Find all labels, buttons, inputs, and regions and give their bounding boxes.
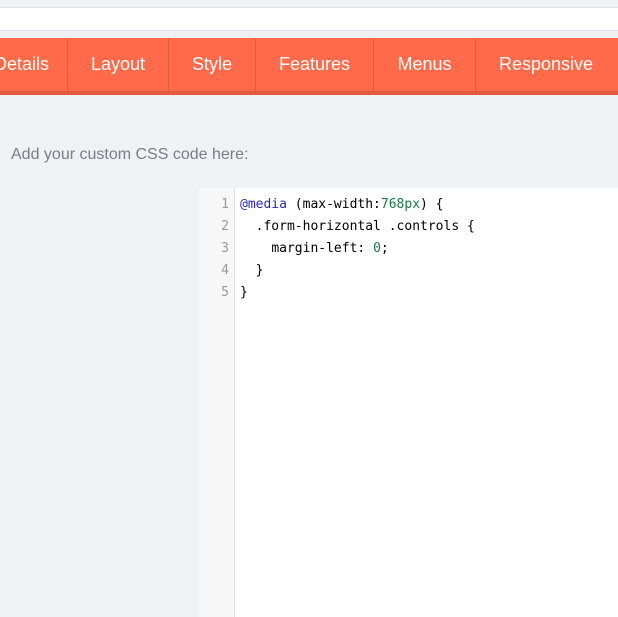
code-number: 0 bbox=[373, 241, 381, 256]
tab-details[interactable]: Details bbox=[0, 38, 68, 91]
tab-menus[interactable]: Menus bbox=[374, 38, 476, 91]
code-text: } bbox=[255, 263, 264, 278]
css-instructions-label: Add your custom CSS code here: bbox=[11, 146, 249, 163]
tab-bar: Details Layout Style Features Menus Resp… bbox=[0, 38, 618, 95]
tab-layout[interactable]: Layout bbox=[68, 38, 169, 91]
top-input-field[interactable] bbox=[0, 7, 618, 31]
code-text: margin-left: bbox=[271, 241, 374, 256]
code-area[interactable]: @media (max-width:768px) { .form-horizon… bbox=[235, 188, 618, 617]
code-keyword: @media bbox=[240, 197, 287, 212]
tab-responsive[interactable]: Responsive bbox=[476, 38, 616, 91]
line-number: 4 bbox=[221, 263, 229, 278]
line-number: 3 bbox=[221, 241, 229, 256]
line-number: 5 bbox=[221, 285, 229, 300]
code-text: } bbox=[240, 285, 248, 300]
code-line[interactable]: .form-horizontal .controls { bbox=[240, 216, 618, 238]
code-text: ; bbox=[380, 241, 389, 256]
line-number-gutter: 1 2 3 4 5 bbox=[199, 188, 235, 617]
top-bar bbox=[0, 0, 618, 38]
code-text: (max-width: bbox=[286, 197, 381, 212]
line-number: 1 bbox=[221, 197, 229, 212]
code-text: ) { bbox=[420, 197, 444, 212]
tab-style[interactable]: Style bbox=[169, 38, 256, 91]
code-line[interactable]: } bbox=[240, 282, 618, 304]
code-line[interactable]: } bbox=[240, 260, 618, 282]
code-number: 768px bbox=[380, 197, 421, 212]
code-text: .form-horizontal .controls { bbox=[255, 219, 475, 234]
tab-features[interactable]: Features bbox=[256, 38, 374, 91]
css-code-editor[interactable]: 1 2 3 4 5 @media (max-width:768px) { .fo… bbox=[199, 188, 618, 617]
line-number: 2 bbox=[221, 219, 229, 234]
code-line[interactable]: margin-left: 0; bbox=[240, 238, 618, 260]
code-line[interactable]: @media (max-width:768px) { bbox=[240, 194, 618, 216]
